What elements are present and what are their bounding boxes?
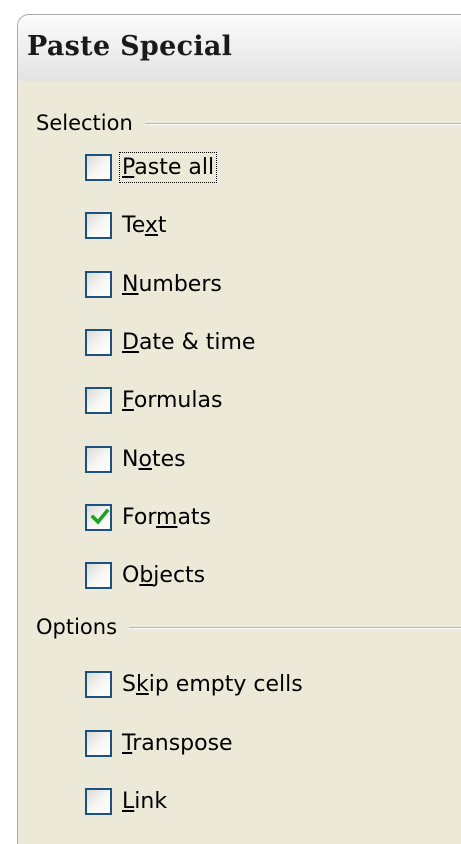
text-checkbox-box[interactable] [85,212,112,240]
paste-all-checkbox-box[interactable] [85,154,112,181]
label-text: ranspose [132,730,233,756]
selection-group-header: Selection [36,110,461,136]
label-text: ats [177,504,212,530]
skip-empty-cells-checkbox-box[interactable] [85,671,112,698]
label-text: t [157,213,167,239]
paste-special-dialog: Paste Special Selection Paste all Text Num… [17,14,461,844]
label-text: tes [151,446,186,472]
label-text: N [122,446,139,472]
label-text: umbers [138,271,222,297]
label-text: jects [153,563,206,589]
link-label[interactable]: Link [122,787,167,816]
label-text: aste all [134,155,215,180]
mnemonic-letter: x [144,213,158,239]
objects-label[interactable]: Objects [122,561,205,590]
label-text: ip empty cells [148,672,303,697]
label-text: ink [134,789,168,814]
numbers-checkbox-box[interactable] [85,270,112,298]
dialog-content: Selection Paste all Text Numbers Date & tim… [18,81,461,844]
selection-group-label: Selection [36,110,145,136]
transpose-checkbox-box[interactable] [85,729,112,757]
mnemonic-letter: m [156,504,178,530]
mnemonic-letter: D [122,329,139,355]
label-text: S [122,672,136,697]
label-text: O [122,563,140,589]
mnemonic-letter: N [122,271,139,297]
mnemonic-letter: T [122,730,133,756]
mnemonic-letter: F [122,388,134,414]
formats-label[interactable]: Formats [122,503,211,532]
mnemonic-letter: o [138,446,152,472]
title-bar[interactable]: Paste Special [18,15,461,82]
dialog-title: Paste Special [27,31,233,62]
notes-label[interactable]: Notes [122,445,186,474]
text-label[interactable]: Text [122,211,167,240]
mnemonic-letter: k [135,672,149,697]
options-group-label: Options [36,614,130,640]
options-group-header: Options [36,614,461,640]
formats-checkbox-box[interactable] [85,503,112,531]
link-checkbox-box[interactable] [85,788,112,815]
label-text: Te [122,213,145,239]
mnemonic-letter: L [122,789,135,814]
numbers-label[interactable]: Numbers [122,270,222,299]
checkmark-icon [90,508,110,525]
label-text: ormulas [133,388,223,414]
date-and-time-checkbox-box[interactable] [85,328,112,356]
objects-checkbox-box[interactable] [85,562,112,590]
transpose-label[interactable]: Transpose [122,729,233,758]
skip-empty-cells-label[interactable]: Skip empty cells [122,670,303,699]
formulas-checkbox-box[interactable] [85,387,112,415]
label-text: For [122,504,156,530]
paste-all-label[interactable]: Paste all [118,152,218,183]
notes-checkbox-box[interactable] [85,445,112,473]
date-and-time-label[interactable]: Date & time [122,328,255,357]
mnemonic-letter: P [122,155,135,180]
label-text: ate & time [138,329,256,355]
mnemonic-letter: b [139,563,154,589]
formulas-label[interactable]: Formulas [122,386,222,415]
